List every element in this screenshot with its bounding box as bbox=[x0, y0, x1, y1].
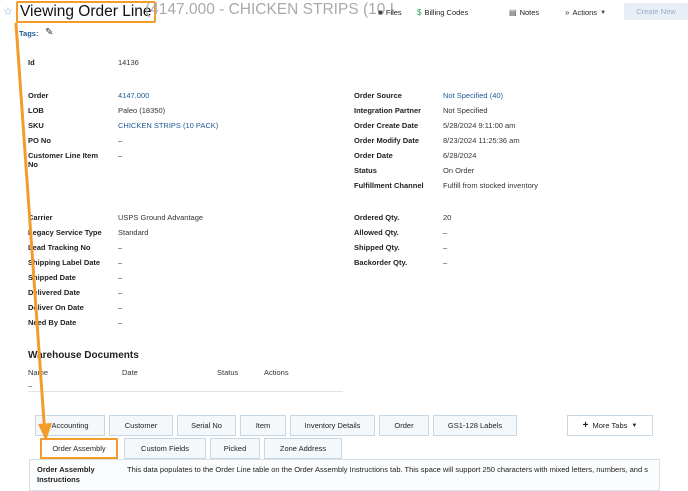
id-value: 14136 bbox=[118, 58, 139, 67]
warehouse-empty-row: – bbox=[28, 381, 33, 390]
shipping-label-date-label: Shipping Label Date bbox=[28, 258, 101, 267]
page-subtitle: (4147.000 - CHICKEN STRIPS (10 I bbox=[145, 1, 394, 18]
legacy-service-type-label: Legacy Service Type bbox=[28, 228, 102, 237]
order-date-label: Order Date bbox=[354, 151, 393, 160]
allowed-qty-value: – bbox=[443, 228, 448, 237]
tab-zone-address[interactable]: Zone Address bbox=[264, 438, 342, 459]
column-header-name[interactable]: Name bbox=[28, 368, 48, 377]
order-source-link[interactable]: Not Specified (40) bbox=[443, 91, 503, 100]
order-assembly-label-line1: Order Assembly bbox=[37, 465, 95, 474]
order-assembly-panel bbox=[29, 459, 660, 491]
sku-label: SKU bbox=[28, 121, 44, 130]
billing-codes-label: Billing Codes bbox=[424, 8, 469, 17]
tab-gs1-128-labels[interactable]: GS1-128 Labels bbox=[433, 415, 517, 436]
tab-customer[interactable]: Customer bbox=[109, 415, 173, 436]
files-button[interactable]: ■ Files bbox=[378, 8, 402, 17]
caret-down-icon: ▼ bbox=[631, 422, 638, 429]
dollar-icon: $ bbox=[417, 8, 422, 17]
tab-custom-fields[interactable]: Custom Fields bbox=[124, 438, 206, 459]
customer-line-item-label: Customer Line Item bbox=[28, 151, 99, 160]
tab-order-assembly[interactable]: Order Assembly bbox=[40, 438, 118, 459]
customer-line-item-label-2: No bbox=[28, 160, 38, 169]
lob-label: LOB bbox=[28, 106, 44, 115]
ordered-qty-value: 20 bbox=[443, 213, 452, 222]
tab-inventory-details[interactable]: Inventory Details bbox=[290, 415, 375, 436]
notes-icon: ▤ bbox=[509, 8, 517, 17]
need-by-date-value: – bbox=[118, 318, 123, 327]
po-no-value: – bbox=[118, 136, 123, 145]
notes-button[interactable]: ▤ Notes bbox=[509, 8, 539, 17]
shipped-date-label: Shipped Date bbox=[28, 273, 76, 282]
order-source-label: Order Source bbox=[354, 91, 402, 100]
warehouse-documents-title: Warehouse Documents bbox=[28, 350, 139, 361]
files-label: Files bbox=[385, 8, 402, 17]
edit-icon[interactable]: ✎ bbox=[45, 27, 53, 38]
column-header-date[interactable]: Date bbox=[122, 368, 138, 377]
lead-tracking-no-label: Lead Tracking No bbox=[28, 243, 91, 252]
actions-menu[interactable]: » Actions ▼ bbox=[565, 8, 606, 17]
tab-serial-no[interactable]: Serial No bbox=[177, 415, 236, 436]
more-tabs-button[interactable]: + More Tabs ▼ bbox=[567, 415, 653, 436]
more-tabs-label: More Tabs bbox=[592, 421, 628, 430]
fulfillment-channel-label: Fulfillment Channel bbox=[354, 181, 424, 190]
files-icon: ■ bbox=[378, 8, 383, 17]
favorite-star-icon[interactable]: ☆ bbox=[3, 5, 13, 18]
order-label: Order bbox=[28, 91, 49, 100]
allowed-qty-label: Allowed Qty. bbox=[354, 228, 399, 237]
shipped-qty-value: – bbox=[443, 243, 448, 252]
carrier-label: Carrier bbox=[28, 213, 53, 222]
sku-link[interactable]: CHICKEN STRIPS (10 PACK) bbox=[118, 121, 218, 130]
order-link[interactable]: 4147.000 bbox=[118, 91, 149, 100]
order-create-date-value: 5/28/2024 9:11:00 am bbox=[443, 121, 516, 130]
lob-value: Paleo (18350) bbox=[118, 106, 166, 115]
column-header-status[interactable]: Status bbox=[217, 368, 238, 377]
need-by-date-label: Need By Date bbox=[28, 318, 77, 327]
delivered-date-value: – bbox=[118, 288, 123, 297]
order-assembly-label-line2: Instructions bbox=[37, 475, 80, 484]
shipped-date-value: – bbox=[118, 273, 123, 282]
po-no-label: PO No bbox=[28, 136, 51, 145]
order-modify-date-label: Order Modify Date bbox=[354, 136, 420, 145]
deliver-on-date-value: – bbox=[118, 303, 123, 312]
order-assembly-instructions-text: This data populates to the Order Line ta… bbox=[127, 465, 648, 474]
double-chevron-right-icon: » bbox=[565, 8, 570, 17]
integration-partner-label: Integration Partner bbox=[354, 106, 422, 115]
customer-line-item-value: – bbox=[118, 151, 123, 160]
ordered-qty-label: Ordered Qty. bbox=[354, 213, 400, 222]
tags-label: Tags: bbox=[19, 29, 39, 38]
tab-accounting[interactable]: Accounting bbox=[35, 415, 105, 436]
column-header-actions: Actions bbox=[264, 368, 289, 377]
status-label: Status bbox=[354, 166, 377, 175]
plus-icon: + bbox=[582, 420, 589, 431]
tab-picked[interactable]: Picked bbox=[210, 438, 260, 459]
order-date-value: 6/28/2024 bbox=[443, 151, 477, 160]
shipped-qty-label: Shipped Qty. bbox=[354, 243, 400, 252]
tab-item[interactable]: Item bbox=[240, 415, 286, 436]
integration-partner-value: Not Specified bbox=[443, 106, 488, 115]
order-modify-date-value: 8/23/2024 11:25:36 am bbox=[443, 136, 520, 145]
divider bbox=[28, 391, 343, 392]
order-assembly-instructions-label: Order Assembly Instructions bbox=[37, 465, 117, 485]
backorder-qty-label: Backorder Qty. bbox=[354, 258, 408, 267]
lead-tracking-no-value: – bbox=[118, 243, 123, 252]
deliver-on-date-label: Deliver On Date bbox=[28, 303, 84, 312]
legacy-service-type-value: Standard bbox=[118, 228, 149, 237]
actions-label: Actions bbox=[572, 8, 598, 17]
page-title: Viewing Order Line bbox=[16, 1, 156, 23]
carrier-value: USPS Ground Advantage bbox=[118, 213, 204, 222]
create-new-button[interactable]: Create New bbox=[624, 3, 688, 20]
fulfillment-channel-value: Fulfill from stocked inventory bbox=[443, 181, 539, 190]
notes-label: Notes bbox=[519, 8, 540, 17]
order-create-date-label: Order Create Date bbox=[354, 121, 419, 130]
billing-codes-button[interactable]: $ Billing Codes bbox=[417, 8, 468, 17]
delivered-date-label: Delivered Date bbox=[28, 288, 81, 297]
tab-order[interactable]: Order bbox=[379, 415, 429, 436]
backorder-qty-value: – bbox=[443, 258, 448, 267]
id-label: Id bbox=[28, 58, 35, 67]
shipping-label-date-value: – bbox=[118, 258, 123, 267]
status-value: On Order bbox=[443, 166, 475, 175]
caret-down-icon: ▼ bbox=[600, 9, 607, 16]
